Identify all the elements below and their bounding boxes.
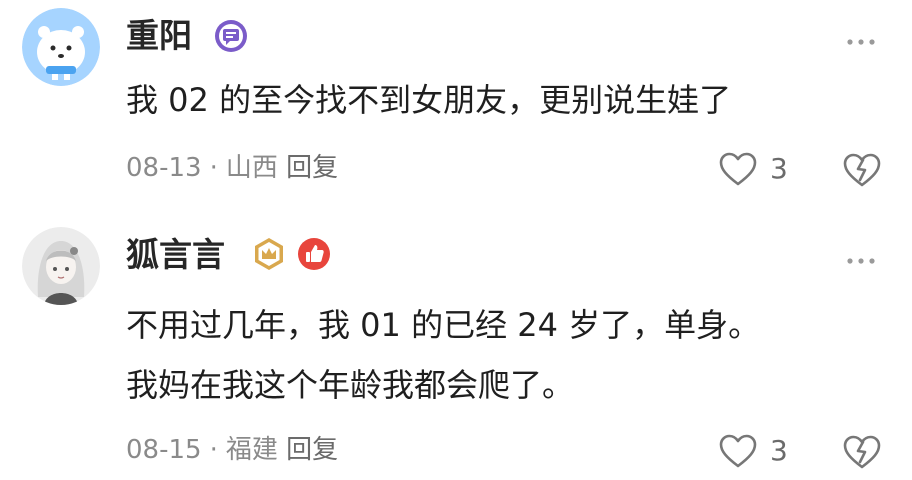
dislike-broken-heart-icon[interactable] xyxy=(842,432,882,470)
username[interactable]: 重阳 xyxy=(126,16,192,56)
reply-button[interactable]: 回复 xyxy=(286,435,338,465)
polar-bear-avatar-icon xyxy=(22,8,100,86)
comment-meta: 08-15 · 福建 回复 xyxy=(126,433,338,467)
like-count: 3 xyxy=(770,434,788,467)
comment-date: 08-15 xyxy=(126,435,202,465)
comment-item: 重阳 我 02 的至今找不到女朋友，更别说生娃了 08-13 · 山西 回复 3 xyxy=(0,0,912,205)
comment-item: 狐言言 不用过几年，我 01 的已经 24 岁了，单身。 我妈在我这个年龄我都会… xyxy=(0,215,912,480)
comment-text: 我 02 的至今找不到女朋友，更别说生娃了 xyxy=(126,81,732,119)
like-count: 3 xyxy=(770,152,788,185)
purple-message-badge-icon[interactable] xyxy=(214,19,248,53)
gold-crown-badge-icon[interactable] xyxy=(252,237,286,271)
avatar[interactable] xyxy=(22,8,100,86)
avatar[interactable] xyxy=(22,227,100,305)
comment-location: 山西 xyxy=(225,153,278,183)
dislike-broken-heart-icon[interactable] xyxy=(842,150,882,188)
meta-separator: · xyxy=(209,435,218,465)
anime-girl-avatar-icon xyxy=(22,227,100,305)
comment-text: 我妈在我这个年龄我都会爬了。 xyxy=(126,366,575,404)
comment-meta: 08-13 · 山西 回复 xyxy=(126,151,338,185)
more-options-icon[interactable] xyxy=(846,32,876,45)
like-icon[interactable] xyxy=(718,151,758,187)
comment-text: 不用过几年，我 01 的已经 24 岁了，单身。 xyxy=(126,306,761,344)
reply-button[interactable]: 回复 xyxy=(286,153,338,183)
username[interactable]: 狐言言 xyxy=(126,235,225,275)
comment-location: 福建 xyxy=(225,435,278,465)
meta-separator: · xyxy=(209,153,218,183)
more-options-icon[interactable] xyxy=(846,251,876,264)
comment-date: 08-13 xyxy=(126,153,202,183)
like-icon[interactable] xyxy=(718,433,758,469)
red-thumb-badge-icon[interactable] xyxy=(297,237,331,271)
